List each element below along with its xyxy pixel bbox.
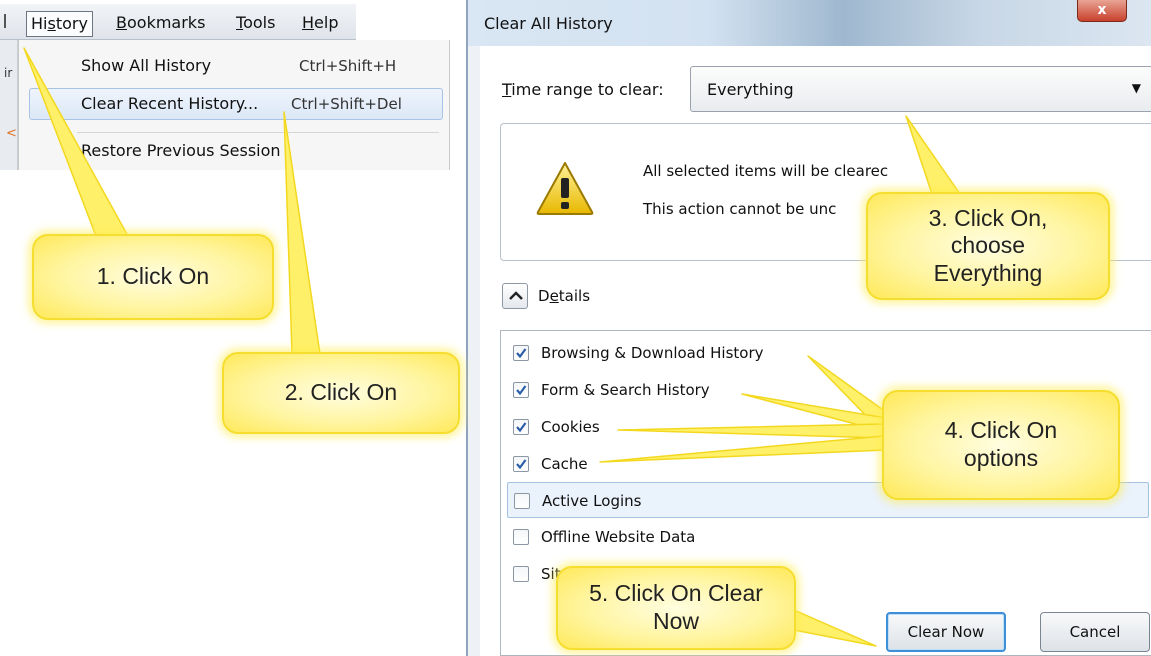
callout-pointers	[23, 47, 961, 647]
pointer-3	[905, 115, 961, 195]
pointer-1	[23, 47, 129, 237]
pointer-5	[793, 609, 877, 647]
pointer-4d	[599, 435, 887, 463]
callout-step-1: 1. Click On	[32, 234, 274, 320]
callout-step-4: 4. Click On options	[882, 390, 1120, 500]
pointer-4c	[617, 423, 885, 439]
callout-step-3: 3. Click On, choose Everything	[866, 192, 1110, 300]
pointer-2	[283, 111, 321, 355]
callout-step-5: 5. Click On Clear Now	[556, 566, 796, 650]
callout-step-2: 2. Click On	[222, 352, 460, 434]
